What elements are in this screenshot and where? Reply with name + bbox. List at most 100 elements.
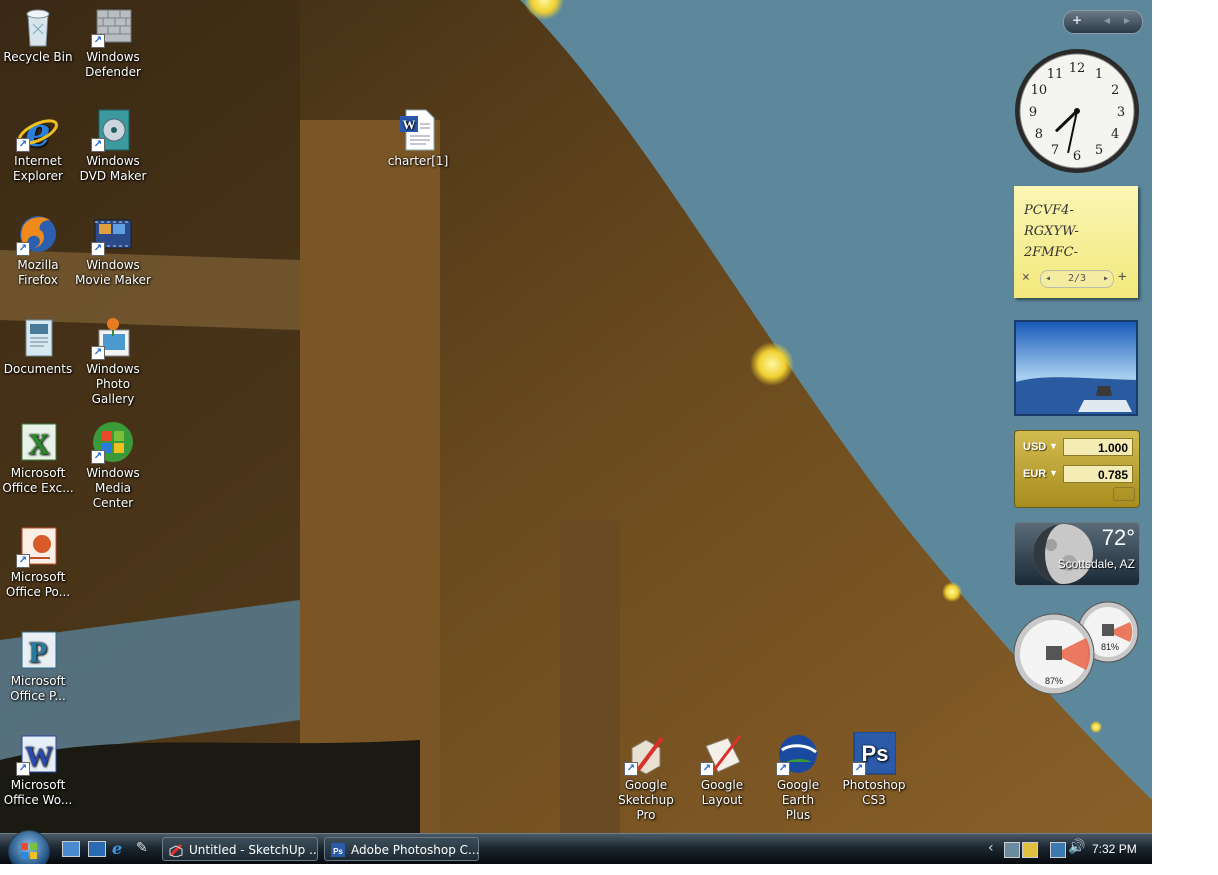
note-next-button[interactable]: ▸ bbox=[1103, 271, 1109, 287]
desktop-icon-internet-explorer[interactable]: e ↗ Internet Explorer bbox=[0, 108, 76, 184]
currency-to-value[interactable]: 0.785 bbox=[1063, 465, 1133, 483]
sidebar-prev-button[interactable]: ◂ bbox=[1104, 13, 1110, 27]
desktop-icon-windows-defender[interactable]: ↗ Windows Defender bbox=[75, 4, 151, 80]
weather-gadget[interactable]: 72° Scottsdale, AZ bbox=[1014, 522, 1140, 586]
start-button[interactable] bbox=[8, 830, 50, 864]
desktop-icon-documents[interactable]: Documents bbox=[0, 316, 76, 377]
shortcut-arrow-icon: ↗ bbox=[16, 138, 30, 152]
taskbar-window-label: Adobe Photoshop C... bbox=[351, 843, 479, 857]
slideshow-gadget[interactable] bbox=[1014, 320, 1138, 416]
desktop-icon-label: Windows Photo Gallery bbox=[86, 362, 140, 406]
desktop-icon-label: charter[1] bbox=[387, 154, 449, 168]
network-tray-icon[interactable] bbox=[1004, 842, 1020, 858]
shortcut-arrow-icon: ↗ bbox=[776, 762, 790, 776]
desktop-icon-label: Microsoft Office Po... bbox=[5, 570, 71, 599]
desktop-icon-word[interactable]: W ↗ Microsoft Office Wo... bbox=[0, 732, 76, 808]
shortcut-arrow-icon: ↗ bbox=[16, 554, 30, 568]
note-pager: ◂ 2/3 ▸ bbox=[1040, 270, 1114, 288]
desktop-icon-recycle-bin[interactable]: Recycle Bin bbox=[0, 4, 76, 65]
shortcut-arrow-icon: ↗ bbox=[91, 450, 105, 464]
desktop-icon-dvd-maker[interactable]: ↗ Windows DVD Maker bbox=[75, 108, 151, 184]
sync-tray-icon[interactable] bbox=[1022, 842, 1038, 858]
note-add-button[interactable]: + bbox=[1118, 269, 1126, 285]
chevron-down-icon[interactable]: ▼ bbox=[1049, 468, 1058, 478]
taskbar-clock[interactable]: 7:32 PM bbox=[1092, 842, 1137, 856]
currency-from-code[interactable]: USD bbox=[1023, 441, 1046, 453]
svg-text:X: X bbox=[28, 428, 50, 461]
clock-numeral: 7 bbox=[1051, 143, 1059, 158]
desktop-icon-layout[interactable]: ↗ Google Layout bbox=[684, 732, 760, 808]
shortcut-arrow-icon: ↗ bbox=[700, 762, 714, 776]
note-line: RGXYW- bbox=[1024, 224, 1079, 239]
recycle-bin-icon bbox=[26, 9, 50, 47]
desktop[interactable]: Recycle Bin ↗ Windows Defender e ↗ Intern… bbox=[0, 0, 1152, 864]
clock-numeral: 8 bbox=[1035, 127, 1043, 142]
clock-numeral: 10 bbox=[1031, 83, 1048, 98]
sidebar-add-gadget-button[interactable]: + bbox=[1072, 13, 1082, 27]
clock-numeral: 3 bbox=[1117, 105, 1125, 120]
desktop-icon-excel[interactable]: X Microsoft Office Exc... bbox=[0, 420, 76, 496]
note-delete-button[interactable]: × bbox=[1022, 270, 1030, 285]
note-page-indicator: 2/3 bbox=[1067, 273, 1087, 284]
clock-gadget[interactable]: 1234567891011 12 bbox=[1013, 47, 1141, 175]
desktop-icon-label: Windows Defender bbox=[85, 50, 141, 79]
desktop-icon-media-center[interactable]: ↗ Windows Media Center bbox=[75, 420, 151, 511]
desktop-icon-label: Internet Explorer bbox=[13, 154, 63, 183]
taskbar-window-sketchup[interactable]: Untitled - SketchUp ... bbox=[162, 837, 318, 861]
photoshop-icon: Ps bbox=[331, 843, 345, 857]
desktop-icon-sketchup[interactable]: ↗ Google Sketchup Pro bbox=[608, 732, 684, 823]
note-line: PCVF4- bbox=[1024, 203, 1074, 218]
desktop-icon-label: Google Earth Plus bbox=[776, 778, 820, 822]
weather-temperature: 72° bbox=[1101, 525, 1135, 550]
desktop-icon-charter[interactable]: W charter[1] bbox=[380, 108, 456, 169]
moon-icon bbox=[1033, 524, 1093, 584]
clock-numeral: 5 bbox=[1095, 143, 1103, 158]
clock-numeral: 11 bbox=[1047, 67, 1064, 82]
sketchup-icon bbox=[169, 843, 183, 857]
volume-icon[interactable]: 🔊 bbox=[1068, 839, 1085, 855]
desktop-icon-photo-gallery[interactable]: ↗ Windows Photo Gallery bbox=[75, 316, 151, 407]
notes-gadget[interactable]: PCVF4- RGXYW- 2FMFC- × ◂ 2/3 ▸ + bbox=[1014, 186, 1138, 298]
internet-explorer-icon[interactable]: e bbox=[112, 839, 122, 858]
notification-area: ‹ 🔊 7:32 PM bbox=[984, 834, 1152, 864]
desktop-icon-publisher[interactable]: P Microsoft Office P... bbox=[0, 628, 76, 704]
shortcut-arrow-icon: ↗ bbox=[624, 762, 638, 776]
currency-gadget[interactable]: USD ▼ 1.000 EUR ▼ 0.785 bbox=[1014, 430, 1140, 508]
desktop-icon-google-earth[interactable]: ↗ Google Earth Plus bbox=[760, 732, 836, 823]
desktop-icon-label: Windows Movie Maker bbox=[75, 258, 151, 287]
desktop-icon-label: Windows DVD Maker bbox=[79, 154, 147, 183]
note-line: 2FMFC- bbox=[1024, 245, 1078, 260]
switch-windows-icon[interactable] bbox=[88, 841, 106, 857]
currency-from-value[interactable]: 1.000 bbox=[1063, 438, 1133, 456]
desktop-icon-label: Microsoft Office P... bbox=[10, 674, 66, 703]
note-text[interactable]: PCVF4- RGXYW- 2FMFC- bbox=[1024, 200, 1079, 263]
cpu-meter-gadget[interactable]: 87% 81% bbox=[1012, 600, 1140, 696]
display-tray-icon[interactable] bbox=[1050, 842, 1066, 858]
desktop-icon-label: Google Sketchup Pro bbox=[618, 778, 674, 822]
taskbar-window-label: Untitled - SketchUp ... bbox=[189, 843, 318, 857]
weather-city: Scottsdale, AZ bbox=[1057, 557, 1135, 571]
desktop-icon-label: Recycle Bin bbox=[3, 50, 73, 64]
desktop-icon-movie-maker[interactable]: ↗ Windows Movie Maker bbox=[75, 212, 151, 288]
paint-icon[interactable]: ✎ bbox=[136, 840, 148, 856]
show-hidden-icons-button[interactable]: ‹ bbox=[988, 840, 994, 856]
clock-numeral: 6 bbox=[1073, 149, 1081, 164]
chevron-down-icon[interactable]: ▼ bbox=[1049, 441, 1058, 451]
excel-icon: X bbox=[21, 423, 57, 461]
desktop-icon-label: Microsoft Office Exc... bbox=[2, 466, 74, 495]
shortcut-arrow-icon: ↗ bbox=[91, 34, 105, 48]
desktop-icon-photoshop[interactable]: Ps ↗ Photoshop CS3 bbox=[836, 731, 912, 808]
shortcut-arrow-icon: ↗ bbox=[16, 762, 30, 776]
desktop-icon-label: Photoshop CS3 bbox=[842, 778, 906, 807]
desktop-icon-label: Windows Media Center bbox=[86, 466, 140, 510]
desktop-icon-label: Documents bbox=[3, 362, 73, 376]
note-prev-button[interactable]: ◂ bbox=[1045, 271, 1051, 287]
taskbar-window-photoshop[interactable]: Ps Adobe Photoshop C... bbox=[324, 837, 479, 861]
currency-to-code[interactable]: EUR bbox=[1023, 468, 1046, 480]
show-desktop-icon[interactable] bbox=[62, 841, 80, 857]
desktop-icon-powerpoint[interactable]: ↗ Microsoft Office Po... bbox=[0, 524, 76, 600]
desktop-icon-firefox[interactable]: ↗ Mozilla Firefox bbox=[0, 212, 76, 288]
clock-numeral: 12 bbox=[1069, 61, 1086, 76]
taskbar: e ✎ Untitled - SketchUp ... Ps Adobe Pho… bbox=[0, 830, 1152, 864]
sidebar-next-button[interactable]: ▸ bbox=[1124, 13, 1130, 27]
